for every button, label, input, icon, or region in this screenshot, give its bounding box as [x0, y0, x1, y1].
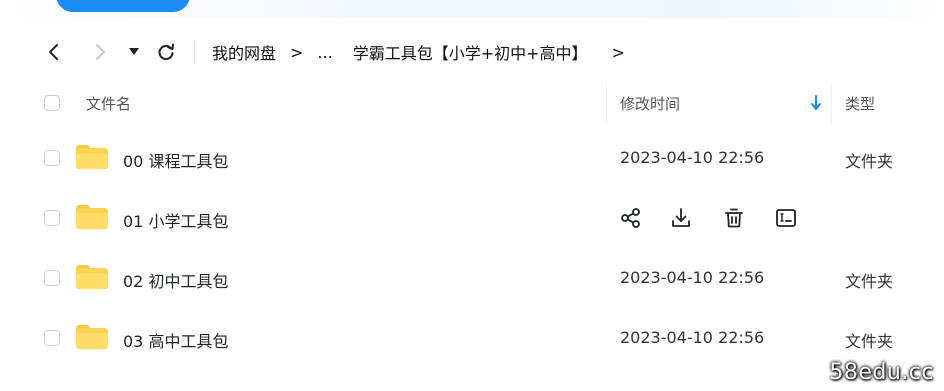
history-dropdown-button[interactable]	[120, 32, 148, 72]
modified-time: 2023-04-10 22:56	[620, 268, 765, 287]
breadcrumb-separator: >	[290, 42, 304, 62]
rename-icon	[776, 209, 796, 227]
column-divider	[831, 82, 832, 124]
table-row[interactable]: 02 初中工具包 2023-04-10 22:56 文件夹	[0, 248, 944, 308]
arrow-down-icon	[811, 95, 821, 110]
row-checkbox[interactable]	[44, 150, 60, 166]
modified-time: 2023-04-10 22:56	[620, 328, 765, 347]
delete-button[interactable]	[721, 205, 747, 231]
select-all-checkbox[interactable]	[44, 95, 60, 111]
download-button[interactable]	[668, 205, 694, 231]
folder-icon	[76, 205, 108, 229]
download-icon	[672, 208, 690, 227]
row-checkbox[interactable]	[44, 270, 60, 286]
caret-down-icon	[129, 48, 139, 55]
back-button[interactable]	[40, 32, 68, 72]
navigation-toolbar: 我的网盘 > ... 学霸工具包【小学+初中+高中】 >	[0, 32, 944, 72]
file-name[interactable]: 03 高中工具包	[123, 328, 228, 352]
modified-time: 2023-04-10 22:56	[620, 148, 765, 167]
toolbar-divider	[194, 42, 195, 64]
breadcrumb-root[interactable]: 我的网盘	[212, 40, 276, 64]
file-type: 文件夹	[845, 332, 894, 351]
chevron-right-icon	[96, 44, 105, 60]
breadcrumb-ellipsis[interactable]: ...	[317, 43, 332, 62]
column-header-name[interactable]: 文件名	[86, 93, 131, 114]
row-checkbox[interactable]	[44, 330, 60, 346]
folder-icon	[76, 325, 108, 349]
share-icon	[621, 208, 640, 228]
breadcrumb-separator: >	[611, 42, 625, 62]
upload-button[interactable]	[56, 0, 190, 12]
file-name[interactable]: 00 课程工具包	[123, 148, 228, 172]
file-list-header: 文件名 修改时间 类型	[0, 82, 944, 124]
file-name[interactable]: 01 小学工具包	[123, 208, 228, 232]
folder-icon	[76, 265, 108, 289]
delete-icon	[725, 208, 743, 228]
table-row[interactable]: 00 课程工具包 2023-04-10 22:56 文件夹	[0, 128, 944, 188]
row-checkbox[interactable]	[44, 210, 60, 226]
file-type: 文件夹	[845, 272, 894, 291]
column-header-modified[interactable]: 修改时间	[620, 93, 680, 114]
chevron-left-icon	[49, 44, 58, 60]
rename-button[interactable]	[773, 205, 799, 231]
share-button[interactable]	[618, 205, 644, 231]
table-row[interactable]: 01 小学工具包	[0, 188, 944, 248]
folder-icon	[76, 145, 108, 169]
table-row[interactable]: 03 高中工具包 2023-04-10 22:56 文件夹	[0, 308, 944, 368]
forward-button[interactable]	[86, 32, 114, 72]
file-name[interactable]: 02 初中工具包	[123, 268, 228, 292]
sort-button[interactable]	[808, 94, 824, 112]
refresh-button[interactable]	[152, 32, 180, 72]
watermark-text: 58edu.cc	[829, 360, 934, 385]
refresh-icon	[158, 43, 174, 60]
file-type: 文件夹	[845, 152, 894, 171]
breadcrumb: 我的网盘 > ... 学霸工具包【小学+初中+高中】 >	[212, 32, 639, 72]
breadcrumb-current: 学霸工具包【小学+初中+高中】	[352, 44, 588, 63]
column-divider	[606, 82, 607, 124]
column-header-type[interactable]: 类型	[845, 93, 875, 114]
